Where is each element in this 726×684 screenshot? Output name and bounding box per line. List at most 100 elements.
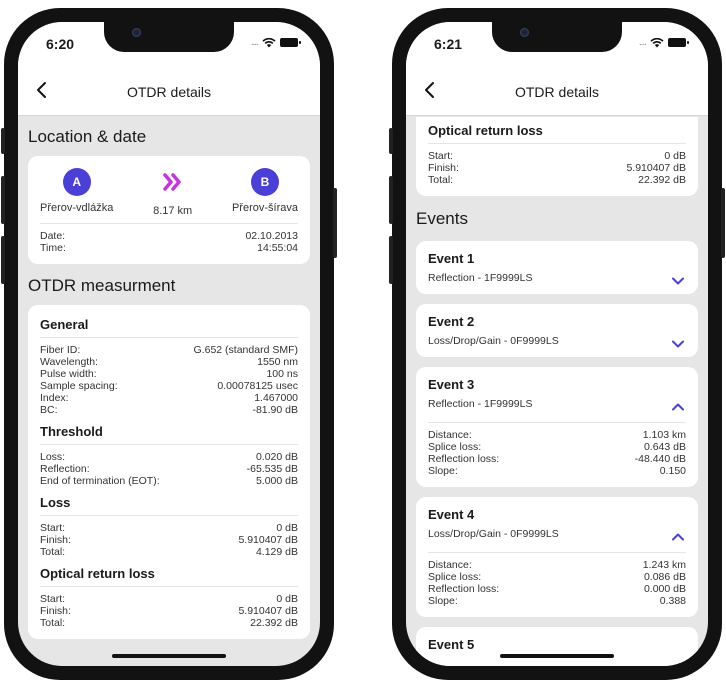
event-card-5[interactable]: Event 5 xyxy=(416,627,698,666)
detail-label: Start: xyxy=(428,150,454,162)
camera-icon xyxy=(132,28,141,37)
home-indicator[interactable] xyxy=(112,654,226,658)
detail-value: 1.467000 xyxy=(254,392,298,404)
battery-icon xyxy=(668,38,689,47)
detail-value: 22.392 dB xyxy=(250,617,298,629)
time-label: Time: xyxy=(40,242,66,254)
signal-icon: .... xyxy=(250,37,259,48)
event-card-1[interactable]: Event 1 Reflection - 1F9999LS xyxy=(416,241,698,294)
point-b-name: Přerov-šírava xyxy=(231,202,298,214)
mute-switch xyxy=(1,128,5,154)
orl-card: Optical return loss Start: 0 dB Finish: 5.9… xyxy=(416,117,698,196)
detail-row: Distance: 1.243 km xyxy=(428,559,686,571)
screen-right: 6:21 .... OTDR details Optical return lo… xyxy=(406,22,708,666)
detail-label: Finish: xyxy=(40,605,71,617)
detail-row: Reflection loss: -48.440 dB xyxy=(428,453,686,465)
home-indicator[interactable] xyxy=(500,654,614,658)
point-b-badge: B xyxy=(250,168,279,196)
event-desc: Reflection - 1F9999LS xyxy=(428,272,533,284)
volume-up-button xyxy=(1,176,5,224)
chevron-up-icon[interactable] xyxy=(672,403,684,411)
detail-value: G.652 (standard SMF) xyxy=(193,344,298,356)
power-button xyxy=(721,188,725,258)
detail-label: Distance: xyxy=(428,559,472,571)
detail-value: -65.535 dB xyxy=(246,463,298,475)
detail-label: Loss: xyxy=(40,451,66,463)
detail-value: 100 ns xyxy=(266,368,298,380)
detail-label: Total: xyxy=(428,174,454,186)
general-title: General xyxy=(40,317,298,338)
detail-label: Total: xyxy=(40,546,66,558)
orl-rows: Start: 0 dB Finish: 5.910407 dB Total: 22.392… xyxy=(428,150,686,186)
detail-value: 5.000 dB xyxy=(255,475,298,487)
detail-label: Finish: xyxy=(40,534,71,546)
threshold-title: Threshold xyxy=(40,424,298,445)
detail-label: Distance: xyxy=(428,429,472,441)
detail-value: 1550 nm xyxy=(257,356,298,368)
detail-label: Index: xyxy=(40,392,69,404)
loss-title: Loss xyxy=(40,495,298,516)
scroll-content[interactable]: Optical return loss Start: 0 dB Finish: 5.9… xyxy=(406,117,708,666)
double-chevron-right-icon xyxy=(162,173,181,191)
time-row: Time: 14:55:04 xyxy=(40,242,298,254)
volume-down-button xyxy=(1,236,5,284)
detail-row: Pulse width: 100 ns xyxy=(40,368,298,380)
wifi-icon xyxy=(262,37,276,47)
event-card-2[interactable]: Event 2 Loss/Drop/Gain - 0F9999LS xyxy=(416,304,698,357)
signal-icon: .... xyxy=(638,37,647,48)
detail-value: 0.020 dB xyxy=(255,451,298,463)
detail-value: 0.000 dB xyxy=(643,583,686,595)
detail-value: 0.00078125 usec xyxy=(217,380,298,392)
detail-label: Pulse width: xyxy=(40,368,97,380)
time-value: 14:55:04 xyxy=(257,242,298,254)
point-a: A Přerov-vdlážka xyxy=(40,168,113,214)
scroll-content[interactable]: Location & date A Přerov-vdlážka 8.17 km xyxy=(18,117,320,666)
divider xyxy=(40,223,298,224)
wifi-icon xyxy=(650,37,664,47)
status-icons: .... xyxy=(250,37,301,48)
location-section-title: Location & date xyxy=(28,127,147,146)
notch xyxy=(104,22,234,52)
date-value: 02.10.2013 xyxy=(245,230,298,242)
event-title: Event 1 xyxy=(428,251,475,266)
detail-value: 0.388 xyxy=(659,595,686,607)
detail-row: Sample spacing: 0.00078125 usec xyxy=(40,380,298,392)
detail-row: Finish: 5.910407 dB xyxy=(428,162,686,174)
general-rows: Fiber ID: G.652 (standard SMF) Wavelength:… xyxy=(40,344,298,416)
detail-row: Reflection loss: 0.000 dB xyxy=(428,583,686,595)
event-title: Event 5 xyxy=(428,637,475,652)
detail-value: 5.910407 dB xyxy=(626,162,686,174)
event-details: Distance: 1.103 km Splice loss: 0.643 dB Ref… xyxy=(428,422,686,477)
orl-title: Optical return loss xyxy=(428,123,686,144)
detail-value: -81.90 dB xyxy=(252,404,298,416)
page-title: OTDR details xyxy=(514,84,600,100)
detail-row: Distance: 1.103 km xyxy=(428,429,686,441)
detail-label: Reflection: xyxy=(40,463,90,475)
detail-row: End of termination (EOT): 5.000 dB xyxy=(40,475,298,487)
detail-value: 0.643 dB xyxy=(643,441,686,453)
detail-row: Loss: 0.020 dB xyxy=(40,451,298,463)
nav-bar: OTDR details xyxy=(406,66,708,116)
event-card-4[interactable]: Event 4 Loss/Drop/Gain - 0F9999LS Distan… xyxy=(416,497,698,617)
status-time: 6:20 xyxy=(46,36,75,52)
detail-row: Total: 4.129 dB xyxy=(40,546,298,558)
location-card: A Přerov-vdlážka 8.17 km B Přerov-šírava xyxy=(28,156,310,264)
detail-label: Start: xyxy=(40,593,66,605)
measurement-section-title: OTDR measurment xyxy=(28,276,176,295)
event-card-3[interactable]: Event 3 Reflection - 1F9999LS Distance: 1… xyxy=(416,367,698,487)
detail-label: Wavelength: xyxy=(40,356,98,368)
volume-down-button xyxy=(389,236,393,284)
camera-icon xyxy=(520,28,529,37)
chevron-down-icon[interactable] xyxy=(672,340,684,348)
event-details: Distance: 1.243 km Splice loss: 0.086 dB Ref… xyxy=(428,552,686,607)
detail-label: Splice loss: xyxy=(428,571,482,583)
detail-label: Splice loss: xyxy=(428,441,482,453)
event-desc: Reflection - 1F9999LS xyxy=(428,398,533,410)
detail-label: Finish: xyxy=(428,162,459,174)
mute-switch xyxy=(389,128,393,154)
detail-value: 5.910407 dB xyxy=(238,534,298,546)
chevron-down-icon[interactable] xyxy=(672,277,684,285)
screen-left: 6:20 .... OTDR details Location & date A… xyxy=(18,22,320,666)
detail-row: Splice loss: 0.643 dB xyxy=(428,441,686,453)
chevron-up-icon[interactable] xyxy=(672,533,684,541)
